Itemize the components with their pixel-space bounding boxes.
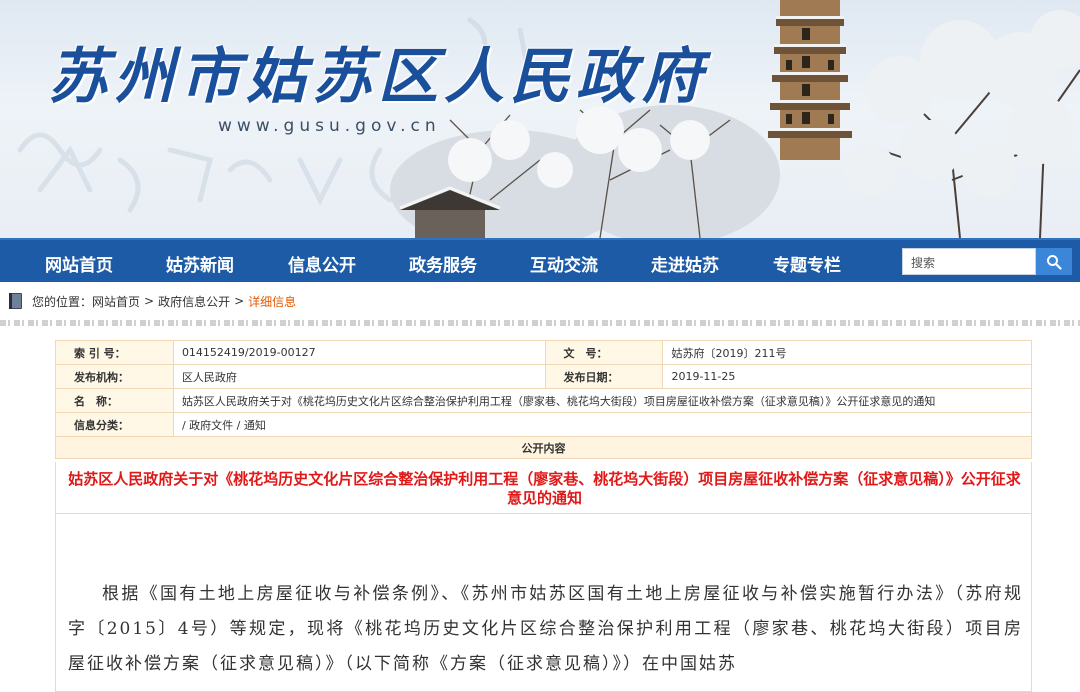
table-row: 信息分类： / 政府文件 / 通知 — [55, 412, 1033, 437]
document-info-table: 索 引 号： 014152419/2019-00127 文 号： 姑苏府〔201… — [55, 340, 1033, 459]
nav-interaction[interactable]: 互动交流 — [530, 251, 598, 276]
table-row: 发布机构： 区人民政府 发布日期： 2019-11-25 — [55, 364, 1032, 389]
date-value: 2019-11-25 — [662, 364, 1032, 389]
nav-government-services[interactable]: 政务服务 — [409, 251, 477, 276]
publisher-label: 发布机构： — [55, 364, 174, 389]
pagoda-icon — [768, 0, 852, 160]
breadcrumb-disclosure-link[interactable]: 政府信息公开 — [158, 293, 230, 310]
docno-label: 文 号： — [544, 340, 664, 365]
publisher-value: 区人民政府 — [172, 364, 546, 389]
nav-about-gusu[interactable]: 走进姑苏 — [651, 251, 719, 276]
index-value: 014152419/2019-00127 — [172, 340, 546, 365]
pagoda-snow-scene-image — [390, 0, 1080, 238]
breadcrumb-separator: > — [144, 294, 155, 308]
table-row: 名 称： 姑苏区人民政府关于对《桃花坞历史文化片区综合整治保护利用工程（廖家巷、… — [55, 388, 1033, 413]
document-body: 根据《国有土地上房屋征收与补偿条例》、《苏州市姑苏区国有土地上房屋征收与补偿实施… — [68, 584, 1023, 674]
docno-value: 姑苏府〔2019〕211号 — [662, 340, 1032, 365]
breadcrumb: 您的位置： 网站首页 > 政府信息公开 > 详细信息 — [0, 282, 1080, 320]
date-label: 发布日期： — [544, 364, 664, 389]
table-row: 公开内容 — [55, 436, 1032, 459]
nav-special-topics[interactable]: 专题专栏 — [773, 251, 841, 276]
decorative-divider — [0, 320, 1080, 326]
section-header: 公开内容 — [55, 436, 1032, 459]
nav-info-disclosure[interactable]: 信息公开 — [288, 251, 356, 276]
breadcrumb-prefix: 您的位置： — [32, 294, 93, 309]
nav-gusu-news[interactable]: 姑苏新闻 — [166, 251, 234, 276]
document-content: 姑苏区人民政府关于对《桃花坞历史文化片区综合整治保护利用工程（廖家巷、桃花坞大街… — [55, 462, 1032, 692]
breadcrumb-current: 详细信息 — [248, 294, 297, 309]
title-divider — [56, 513, 1031, 514]
main-nav: 网站首页 姑苏新闻 信息公开 政务服务 互动交流 走进姑苏 专题专栏 搜索 — [0, 238, 1080, 282]
search-button[interactable] — [1036, 248, 1072, 275]
index-label: 索 引 号： — [55, 340, 174, 365]
name-label: 名 称： — [55, 388, 174, 413]
breadcrumb-home-link[interactable]: 网站首页 — [92, 293, 140, 310]
name-value: 姑苏区人民政府关于对《桃花坞历史文化片区综合整治保护利用工程（廖家巷、桃花坞大街… — [172, 388, 1033, 413]
category-value: / 政府文件 / 通知 — [172, 412, 1033, 437]
search-icon — [1047, 254, 1062, 270]
search-input[interactable]: 搜索 — [902, 248, 1036, 275]
breadcrumb-separator: > — [234, 294, 245, 308]
book-icon — [9, 293, 22, 309]
document-title: 姑苏区人民政府关于对《桃花坞历史文化片区综合整治保护利用工程（廖家巷、桃花坞大街… — [68, 470, 1021, 507]
category-label: 信息分类： — [55, 412, 174, 437]
nav-home[interactable]: 网站首页 — [45, 251, 113, 276]
site-banner: 苏州市姑苏区人民政府 www.gusu.gov.cn — [0, 0, 1080, 238]
table-row: 索 引 号： 014152419/2019-00127 文 号： 姑苏府〔201… — [55, 340, 1032, 365]
